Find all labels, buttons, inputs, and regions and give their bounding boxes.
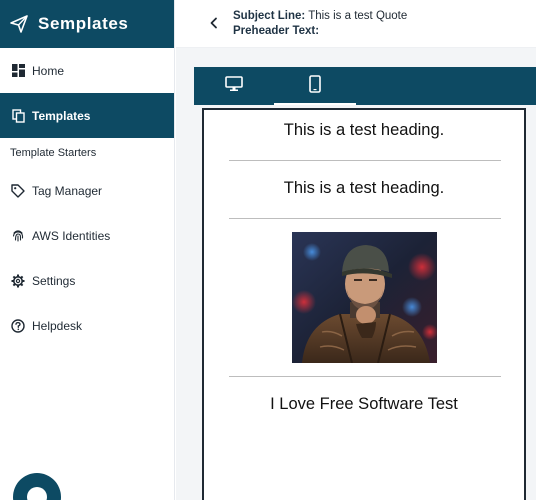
preview-heading[interactable]: This is a test heading.: [204, 121, 524, 140]
sidebar-item-label: Home: [32, 63, 65, 78]
user-icon: [27, 487, 47, 500]
help-circle-icon: [11, 318, 25, 333]
email-preview: This is a test heading. This is a test h…: [202, 108, 526, 500]
sidebar-item-home[interactable]: Home: [0, 48, 174, 93]
preview-text-block[interactable]: I Love Free Software Test: [204, 395, 524, 414]
preview-heading[interactable]: This is a test heading.: [204, 179, 524, 198]
preview-image[interactable]: [292, 232, 437, 363]
sidebar-item-template-starters[interactable]: Template Starters: [0, 138, 174, 168]
mobile-phone-icon: [309, 74, 321, 98]
desktop-icon: [225, 75, 243, 97]
portrait-image: [292, 232, 437, 363]
sidebar-item-label: Templates: [32, 108, 91, 123]
sidebar-item-tag-manager[interactable]: Tag Manager: [0, 168, 174, 213]
sidebar: Semplates Home Templates Template Starte…: [0, 0, 175, 500]
copy-icon: [11, 108, 25, 123]
brand-logo[interactable]: Semplates: [0, 0, 174, 48]
preview-divider[interactable]: [229, 160, 501, 161]
paper-plane-icon: [9, 14, 29, 34]
preview-divider[interactable]: [229, 376, 501, 377]
sidebar-item-label: Template Starters: [10, 147, 97, 159]
fingerprint-icon: [11, 229, 25, 243]
sidebar-item-label: Settings: [32, 273, 76, 288]
dashboard-icon: [11, 64, 25, 78]
sidebar-item-templates[interactable]: Templates: [0, 93, 174, 138]
sidebar-item-label: Helpdesk: [32, 318, 83, 333]
selected-tab-indicator: [274, 103, 356, 105]
mobile-preview-tab[interactable]: [274, 67, 356, 105]
subject-line-value: This is a test Quote: [308, 10, 408, 22]
preheader-text-label: Preheader Text:: [233, 25, 320, 37]
desktop-preview-tab[interactable]: [194, 67, 274, 105]
gear-icon: [11, 274, 25, 288]
user-avatar[interactable]: [13, 473, 61, 500]
template-header: Subject Line: This is a test Quote Prehe…: [176, 0, 536, 48]
chevron-left-icon[interactable]: [206, 14, 222, 32]
sidebar-item-aws-identities[interactable]: AWS Identities: [0, 213, 174, 258]
sidebar-item-label: AWS Identities: [32, 228, 111, 243]
brand-title: Semplates: [38, 14, 129, 33]
preview-divider[interactable]: [229, 218, 501, 219]
sidebar-item-settings[interactable]: Settings: [0, 258, 174, 303]
sidebar-item-helpdesk[interactable]: Helpdesk: [0, 303, 174, 348]
device-toggle: [194, 67, 536, 105]
preheader-text: Preheader Text:: [233, 24, 319, 39]
subject-line: Subject Line: This is a test Quote: [233, 9, 407, 24]
sidebar-item-label: Tag Manager: [32, 183, 103, 198]
subject-line-label: Subject Line:: [233, 10, 306, 22]
tag-icon: [11, 183, 25, 198]
